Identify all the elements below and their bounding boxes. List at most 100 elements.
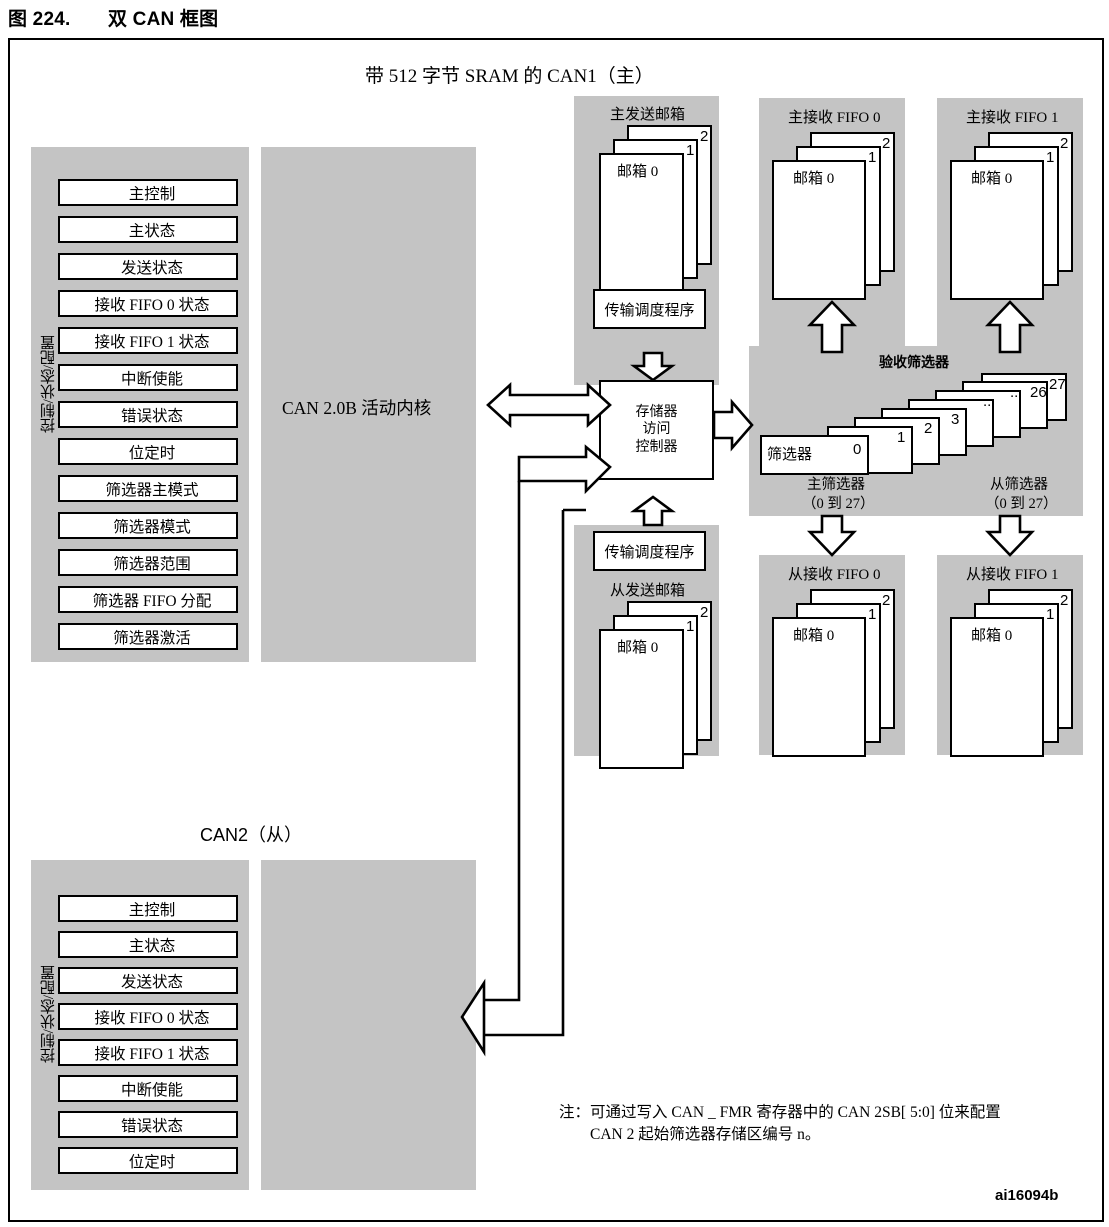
acceptance-filter-2-number: 2 (924, 420, 933, 437)
master-rx-fifo-1-caption: 主接收 FIFO 1 (966, 110, 1059, 126)
can2-title: CAN2（从） (200, 825, 303, 845)
slave-tx-mailbox-2-number: 2 (700, 604, 709, 621)
can1-register-5[interactable]: 中断使能 (58, 364, 238, 391)
can1-register-4[interactable]: 接收 FIFO 1 状态 (58, 327, 238, 354)
acceptance-filter-3-number: 3 (951, 411, 960, 428)
master-tx-mailbox-1-number: 1 (686, 142, 695, 159)
master-tx-mailbox-2-number: 2 (700, 128, 709, 145)
master-rx-fifo-1-mailbox-1-number: 1 (1046, 149, 1055, 166)
master-rx-fifo-0-mailbox-0-label: 邮箱 0 (793, 171, 835, 187)
slave-tx-mailbox-1-number: 1 (686, 618, 695, 635)
can1-register-4-label: 接收 FIFO 1 状态 (94, 333, 210, 351)
memory-access-controller-line2: 访问 (642, 422, 671, 438)
filter-to-slave-fifo1-arrow (984, 514, 1036, 557)
memctrl-to-filter-arrow (712, 398, 754, 452)
can1-register-9-label: 筛选器模式 (113, 518, 191, 536)
can1-register-10-label: 筛选器范围 (113, 555, 191, 573)
can2-register-6[interactable]: 错误状态 (58, 1111, 238, 1138)
master-tx-mailbox-0-label: 邮箱 0 (617, 164, 659, 180)
slave-tx-scheduler[interactable]: 传输调度程序 (593, 531, 706, 571)
memory-access-controller-line3: 控制器 (635, 439, 678, 455)
can1-register-2[interactable]: 发送状态 (58, 253, 238, 280)
can1-register-8[interactable]: 筛选器主模式 (58, 475, 238, 502)
can1-register-10[interactable]: 筛选器范围 (58, 549, 238, 576)
can2-register-0[interactable]: 主控制 (58, 895, 238, 922)
can1-register-7[interactable]: 位定时 (58, 438, 238, 465)
can1-register-1-label: 主状态 (128, 222, 176, 240)
memctrl-down-line-a (484, 481, 521, 1002)
master-rx-fifo-0-mailbox-2-number: 2 (882, 135, 891, 152)
can2-register-5[interactable]: 中断使能 (58, 1075, 238, 1102)
slave-rx-fifo-1-mailbox-2-number: 2 (1060, 592, 1069, 609)
slave-rx-fifo-1-mailbox-0-label: 邮箱 0 (971, 628, 1013, 644)
slave-filter-caption-line2: （0 到 27） (985, 496, 1058, 512)
can2-register-3[interactable]: 接收 FIFO 0 状态 (58, 1003, 238, 1030)
figure-code: ai16094b (995, 1187, 1059, 1204)
filter-to-slave-fifo0-arrow (806, 514, 858, 557)
slave-tx-mailbox-0-label: 邮箱 0 (617, 640, 659, 656)
master-filter-caption-line2: （0 到 27） (802, 496, 875, 512)
can1-register-5-label: 中断使能 (120, 370, 183, 388)
slave-tx-caption: 从发送邮箱 (610, 583, 686, 599)
can2-core-panel (261, 860, 476, 1190)
slave-tx-scheduler-label: 传输调度程序 (604, 544, 695, 561)
core-to-memctrl-arrow (486, 382, 612, 428)
acceptance-filter-0-label: 筛选器 (767, 447, 813, 463)
acceptance-filter-26-number: 26 (1030, 384, 1047, 401)
can1-register-6[interactable]: 错误状态 (58, 401, 238, 428)
can1-register-0[interactable]: 主控制 (58, 179, 238, 206)
master-rx-fifo-0-caption: 主接收 FIFO 0 (788, 110, 881, 126)
can2-register-4-label: 接收 FIFO 1 状态 (94, 1045, 210, 1063)
can2-register-2[interactable]: 发送状态 (58, 967, 238, 994)
can2-register-2-label: 发送状态 (120, 973, 183, 991)
master-tx-caption: 主发送邮箱 (610, 107, 686, 123)
can2-register-4[interactable]: 接收 FIFO 1 状态 (58, 1039, 238, 1066)
memory-access-controller[interactable]: 存储器 访问 控制器 (599, 380, 714, 480)
acceptance-filter-dots-2-number: .. (1010, 384, 1019, 401)
can1-register-1[interactable]: 主状态 (58, 216, 238, 243)
can1-core-label: CAN 2.0B 活动内核 (282, 398, 432, 418)
note-line-1: 注：可通过写入 CAN _ FMR 寄存器中的 CAN 2SB[ 5:0] 位来… (559, 1104, 1001, 1121)
figure-root: 图 224. 双 CAN 框图 带 512 字节 SRAM 的 CAN1（主） 控… (0, 0, 1109, 1227)
can2-register-1[interactable]: 主状态 (58, 931, 238, 958)
can1-register-0-label: 主控制 (128, 185, 176, 203)
can1-register-8-label: 筛选器主模式 (105, 481, 199, 499)
can1-title: 带 512 字节 SRAM 的 CAN1（主） (365, 66, 654, 87)
figure-number: 图 224. (8, 9, 71, 30)
slave-tx-to-memctrl-arrow (630, 495, 676, 527)
acceptance-filter-27-number: 27 (1049, 376, 1066, 393)
can2-register-7-label: 位定时 (128, 1153, 176, 1171)
can1-register-12-label: 筛选器激活 (113, 629, 191, 647)
can1-register-7-label: 位定时 (128, 444, 176, 462)
slave-filter-caption-line1: 从筛选器 (990, 477, 1048, 493)
figure-frame: 带 512 字节 SRAM 的 CAN1（主） 控制/状态/配置 主控制 主状态… (8, 38, 1104, 1222)
master-tx-scheduler-label: 传输调度程序 (604, 302, 695, 319)
can1-register-3-label: 接收 FIFO 0 状态 (94, 296, 210, 314)
acceptance-filter-0-number: 0 (853, 441, 862, 458)
slave-rx-fifo-0-caption: 从接收 FIFO 0 (788, 567, 881, 583)
can1-register-11-label: 筛选器 FIFO 分配 (92, 592, 212, 610)
can2-register-1-label: 主状态 (128, 937, 176, 955)
acceptance-filter-1-number: 1 (897, 429, 906, 446)
memory-access-controller-line1: 存储器 (635, 404, 678, 420)
can2-register-7[interactable]: 位定时 (58, 1147, 238, 1174)
slave-rx-fifo-0-mailbox-2-number: 2 (882, 592, 891, 609)
acceptance-filter-title: 验收筛选器 (879, 354, 949, 370)
acceptance-filter-dots-1-number: .. (983, 393, 992, 410)
can1-register-12[interactable]: 筛选器激活 (58, 623, 238, 650)
master-rx-fifo-1-mailbox-0-label: 邮箱 0 (971, 171, 1013, 187)
can2-register-3-label: 接收 FIFO 0 状态 (94, 1009, 210, 1027)
note-line-2: CAN 2 起始筛选器存储区编号 n。 (590, 1126, 821, 1143)
can1-side-label: 控制/状态/配置 (41, 335, 57, 434)
master-rx-fifo-1-mailbox-2-number: 2 (1060, 135, 1069, 152)
slave-rx-fifo-0-mailbox-1-number: 1 (868, 606, 877, 623)
can1-register-2-label: 发送状态 (120, 259, 183, 277)
figure-title: 双 CAN 框图 (108, 9, 219, 30)
can1-register-11[interactable]: 筛选器 FIFO 分配 (58, 586, 238, 613)
master-tx-scheduler[interactable]: 传输调度程序 (593, 289, 706, 329)
can1-register-3[interactable]: 接收 FIFO 0 状态 (58, 290, 238, 317)
slave-rx-fifo-1-caption: 从接收 FIFO 1 (966, 567, 1059, 583)
can2-register-6-label: 错误状态 (120, 1117, 183, 1135)
can1-register-9[interactable]: 筛选器模式 (58, 512, 238, 539)
memctrl-down-line-b (484, 510, 565, 1037)
